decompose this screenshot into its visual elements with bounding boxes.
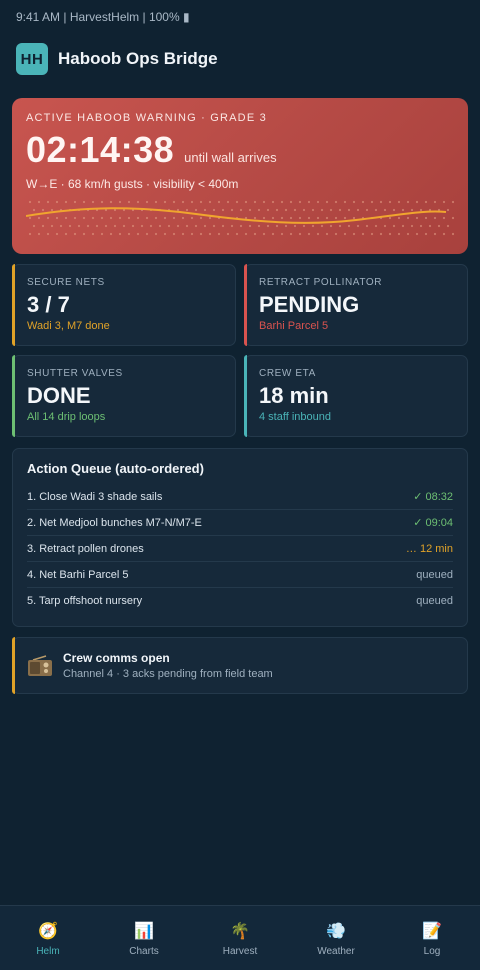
radio-icon — [28, 654, 52, 676]
tile-label: SECURE NETS — [27, 277, 105, 288]
tile-value: 18 min — [259, 383, 329, 408]
tab-label: Charts — [129, 945, 159, 957]
countdown-caption: until wall arrives — [184, 150, 277, 165]
status-bar: 9:41 AM | HarvestHelm | 100% ▮ — [0, 0, 480, 34]
queue-item-status: ✓ 09:04 — [413, 517, 453, 529]
warning-meta: W→E · 68 km/h gusts · visibility < 400m — [26, 177, 239, 191]
comms-accent-bar — [12, 637, 15, 694]
queue-item-label: 3. Retract pollen drones — [27, 542, 144, 555]
tile-accent-bar — [244, 355, 247, 437]
page-title: Haboob Ops Bridge — [58, 49, 218, 68]
bottom-tab-bar: 🧭 Helm 📊 Charts 🌴 Harvest 💨 Weather 📝 Lo… — [0, 905, 480, 970]
tile-subtext: Barhi Parcel 5 — [259, 320, 329, 332]
tile-crew-eta[interactable]: CREW ETA 18 min 4 staff inbound — [244, 355, 468, 437]
tile-accent-bar — [244, 264, 247, 346]
queue-item[interactable]: 1. Close Wadi 3 shade sails ✓ 08:32 — [27, 484, 453, 510]
queue-item-status: ✓ 08:32 — [413, 491, 453, 503]
tile-value: PENDING — [259, 292, 360, 317]
status-bar-text: 9:41 AM | HarvestHelm | 100% ▮ — [16, 10, 190, 24]
queue-item-status: … 12 min — [405, 542, 453, 555]
comms-title: Crew comms open — [63, 651, 170, 665]
tab-label: Helm — [36, 945, 60, 957]
queue-item-status: queued — [416, 595, 453, 607]
tab-log[interactable]: 📝 Log — [392, 920, 472, 957]
tile-secure-nets[interactable]: SECURE NETS 3 / 7 Wadi 3, M7 done — [12, 264, 236, 346]
memo-icon: 📝 — [422, 922, 442, 940]
tile-label: SHUTTER VALVES — [27, 368, 123, 379]
queue-item[interactable]: 3. Retract pollen drones … 12 min — [27, 536, 453, 562]
tile-shutter-valves[interactable]: SHUTTER VALVES DONE All 14 drip loops — [12, 355, 236, 437]
queue-item-label: 5. Tarp offshoot nursery — [27, 595, 143, 607]
dust-wave-graphic — [26, 200, 454, 236]
queue-item[interactable]: 5. Tarp offshoot nursery queued — [27, 588, 453, 614]
tile-subtext: Wadi 3, M7 done — [27, 320, 110, 332]
queue-item[interactable]: 2. Net Medjool bunches M7-N/M7-E ✓ 09:04 — [27, 510, 453, 536]
action-queue: Action Queue (auto-ordered) 1. Close Wad… — [12, 448, 468, 627]
countdown-timer: 02:14:38 — [26, 129, 175, 170]
crew-comms-banner[interactable]: Crew comms open Channel 4 · 3 acks pendi… — [12, 637, 468, 694]
tile-label: CREW ETA — [259, 368, 316, 379]
tile-retract-pollinator[interactable]: RETRACT POLLINATOR PENDING Barhi Parcel … — [244, 264, 468, 346]
action-queue-title: Action Queue (auto-ordered) — [27, 461, 204, 476]
queue-item-label: 4. Net Barhi Parcel 5 — [27, 568, 129, 581]
tile-accent-bar — [12, 355, 15, 437]
tile-label: RETRACT POLLINATOR — [259, 277, 383, 288]
tile-value: 3 / 7 — [27, 292, 70, 317]
tab-helm[interactable]: 🧭 Helm — [8, 920, 88, 957]
queue-item[interactable]: 4. Net Barhi Parcel 5 queued — [27, 562, 453, 588]
queue-item-status: queued — [416, 568, 453, 581]
queue-item-label: 1. Close Wadi 3 shade sails — [27, 490, 163, 503]
app-logo: HH — [16, 43, 48, 75]
tab-label: Harvest — [222, 945, 258, 957]
tile-value: DONE — [27, 383, 91, 408]
warning-eyebrow: ACTIVE HABOOB WARNING · GRADE 3 — [26, 112, 267, 124]
tab-weather[interactable]: 💨 Weather — [296, 920, 376, 957]
app-header: HH Haboob Ops Bridge — [16, 42, 464, 76]
tab-harvest[interactable]: 🌴 Harvest — [200, 920, 280, 957]
tab-charts[interactable]: 📊 Charts — [104, 920, 184, 957]
bar-chart-icon: 📊 — [134, 922, 154, 940]
tile-subtext: 4 staff inbound — [259, 411, 331, 423]
haboob-warning-card[interactable]: ACTIVE HABOOB WARNING · GRADE 3 02:14:38… — [12, 98, 468, 254]
comms-subtitle: Channel 4 · 3 acks pending from field te… — [63, 668, 273, 680]
queue-item-label: 2. Net Medjool bunches M7-N/M7-E — [27, 516, 202, 529]
compass-icon: 🧭 — [38, 922, 58, 940]
palm-tree-icon: 🌴 — [230, 922, 250, 940]
tile-accent-bar — [12, 264, 15, 346]
tab-label: Weather — [317, 945, 355, 957]
wind-cloud-icon: 💨 — [326, 922, 346, 940]
tab-label: Log — [423, 945, 441, 957]
tile-subtext: All 14 drip loops — [27, 411, 106, 423]
